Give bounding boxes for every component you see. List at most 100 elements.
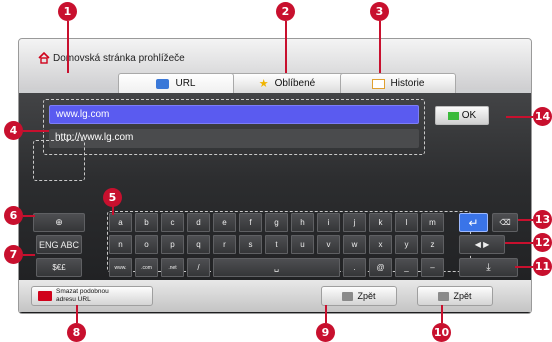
callout-badge-3: 3: [370, 2, 389, 21]
back-button-2[interactable]: Zpět: [417, 286, 493, 306]
callout-badge-4: 4: [4, 121, 23, 140]
url-suggestion[interactable]: http://www.lg.com: [49, 129, 419, 148]
globe-icon: ⊕: [55, 217, 63, 227]
tab-label: URL: [175, 78, 196, 89]
download-icon: ⤓: [486, 262, 491, 273]
key-r[interactable]: r: [213, 235, 236, 254]
callout-leader-12: [505, 242, 533, 244]
callout-badge-2: 2: [276, 2, 295, 21]
enter-icon: ↵: [468, 215, 479, 230]
back-label: Zpět: [453, 291, 472, 301]
symbols-key[interactable]: $€£: [36, 258, 82, 277]
symbols-label: $€£: [52, 263, 66, 272]
key-h[interactable]: h: [291, 213, 314, 232]
key-m[interactable]: m: [421, 213, 444, 232]
key-dash[interactable]: –: [421, 258, 444, 277]
key-l[interactable]: l: [395, 213, 418, 232]
key-v[interactable]: v: [317, 235, 340, 254]
lang-label: ENG ABC: [38, 239, 79, 250]
url-input[interactable]: www.lg.com: [49, 105, 419, 124]
page-title: Domovská stránka prohlížeče: [53, 53, 185, 64]
callout-leader-2: [285, 21, 287, 73]
key-n[interactable]: n: [109, 235, 132, 254]
key-underscore[interactable]: _: [395, 258, 418, 277]
key-net[interactable]: .net: [161, 258, 184, 277]
download-key[interactable]: ⤓: [459, 258, 518, 277]
green-key-icon: [447, 111, 459, 120]
callout-badge-10: 10: [432, 323, 451, 342]
home-icon: [38, 52, 50, 64]
language-key[interactable]: ENG ABC: [36, 235, 82, 254]
key-g[interactable]: g: [265, 213, 288, 232]
callout-badge-14: 14: [533, 107, 552, 126]
key-u[interactable]: u: [291, 235, 314, 254]
key-o[interactable]: o: [135, 235, 158, 254]
back-remote-icon: [342, 291, 354, 301]
key-d[interactable]: d: [187, 213, 210, 232]
history-icon: [371, 78, 385, 89]
cursor-arrows-key[interactable]: ◀ ▶: [459, 235, 505, 254]
tab-history[interactable]: Historie: [340, 73, 456, 93]
tab-favorites[interactable]: ★ Oblíbené: [229, 73, 345, 93]
language-selector: [33, 140, 85, 181]
backspace-icon: ⌫: [499, 218, 511, 227]
enter-key[interactable]: ↵: [459, 213, 488, 232]
clear-url-button[interactable]: Smazat podobnou adresu URL: [31, 286, 153, 306]
callout-leader-9: [325, 305, 327, 323]
key-c[interactable]: c: [161, 213, 184, 232]
key-j[interactable]: j: [343, 213, 366, 232]
clear-label: Smazat podobnou adresu URL: [56, 288, 109, 303]
key-b[interactable]: b: [135, 213, 158, 232]
key-slash[interactable]: /: [187, 258, 210, 277]
key-e[interactable]: e: [213, 213, 236, 232]
key-com[interactable]: .com: [135, 258, 158, 277]
bottom-bar: Smazat podobnou adresu URL Zpět Zpět: [19, 280, 531, 312]
callout-leader-3: [379, 21, 381, 73]
callout-badge-7: 7: [4, 245, 23, 264]
key-z[interactable]: z: [421, 235, 444, 254]
tab-label: Historie: [390, 78, 425, 89]
arrow-icon: ◀ ▶: [474, 240, 490, 249]
callout-badge-1: 1: [58, 2, 77, 21]
callout-badge-12: 12: [533, 233, 552, 252]
language-globe-key[interactable]: ⊕: [33, 213, 85, 232]
tab-label: Oblíbené: [274, 78, 316, 89]
key-space[interactable]: ␣: [213, 258, 340, 277]
key-a[interactable]: a: [109, 213, 132, 232]
back-button-1[interactable]: Zpět: [321, 286, 397, 306]
callout-leader-6: [23, 215, 35, 217]
key-i[interactable]: i: [317, 213, 340, 232]
key-f[interactable]: f: [239, 213, 262, 232]
key-www[interactable]: www.: [109, 258, 132, 277]
key-p[interactable]: p: [161, 235, 184, 254]
key-s[interactable]: s: [239, 235, 262, 254]
callout-leader-8: [76, 305, 78, 323]
url-list: www.lg.com http://www.lg.com: [43, 99, 425, 155]
callout-leader-1: [67, 21, 69, 73]
key-k[interactable]: k: [369, 213, 392, 232]
ok-button[interactable]: OK: [435, 106, 489, 125]
key-t[interactable]: t: [265, 235, 288, 254]
key-at[interactable]: @: [369, 258, 392, 277]
url-icon: [156, 78, 170, 89]
key-x[interactable]: x: [369, 235, 392, 254]
callout-badge-5: 5: [103, 188, 122, 207]
tab-url[interactable]: URL: [118, 73, 234, 93]
callout-badge-9: 9: [316, 323, 335, 342]
exit-remote-icon: [438, 291, 450, 301]
key-q[interactable]: q: [187, 235, 210, 254]
ok-label: OK: [461, 110, 477, 121]
callout-leader-10: [441, 305, 443, 323]
callout-leader-14: [506, 116, 533, 118]
callout-badge-8: 8: [67, 323, 86, 342]
callout-leader-7: [23, 254, 35, 256]
callout-leader-4: [23, 130, 49, 132]
star-icon: ★: [258, 78, 269, 90]
key-y[interactable]: y: [395, 235, 418, 254]
backspace-key[interactable]: ⌫: [492, 213, 518, 232]
callout-badge-11: 11: [533, 257, 552, 276]
callout-leader-13: [518, 219, 533, 221]
back-label: Zpět: [357, 291, 376, 301]
key-w[interactable]: w: [343, 235, 366, 254]
key-dot[interactable]: .: [343, 258, 366, 277]
